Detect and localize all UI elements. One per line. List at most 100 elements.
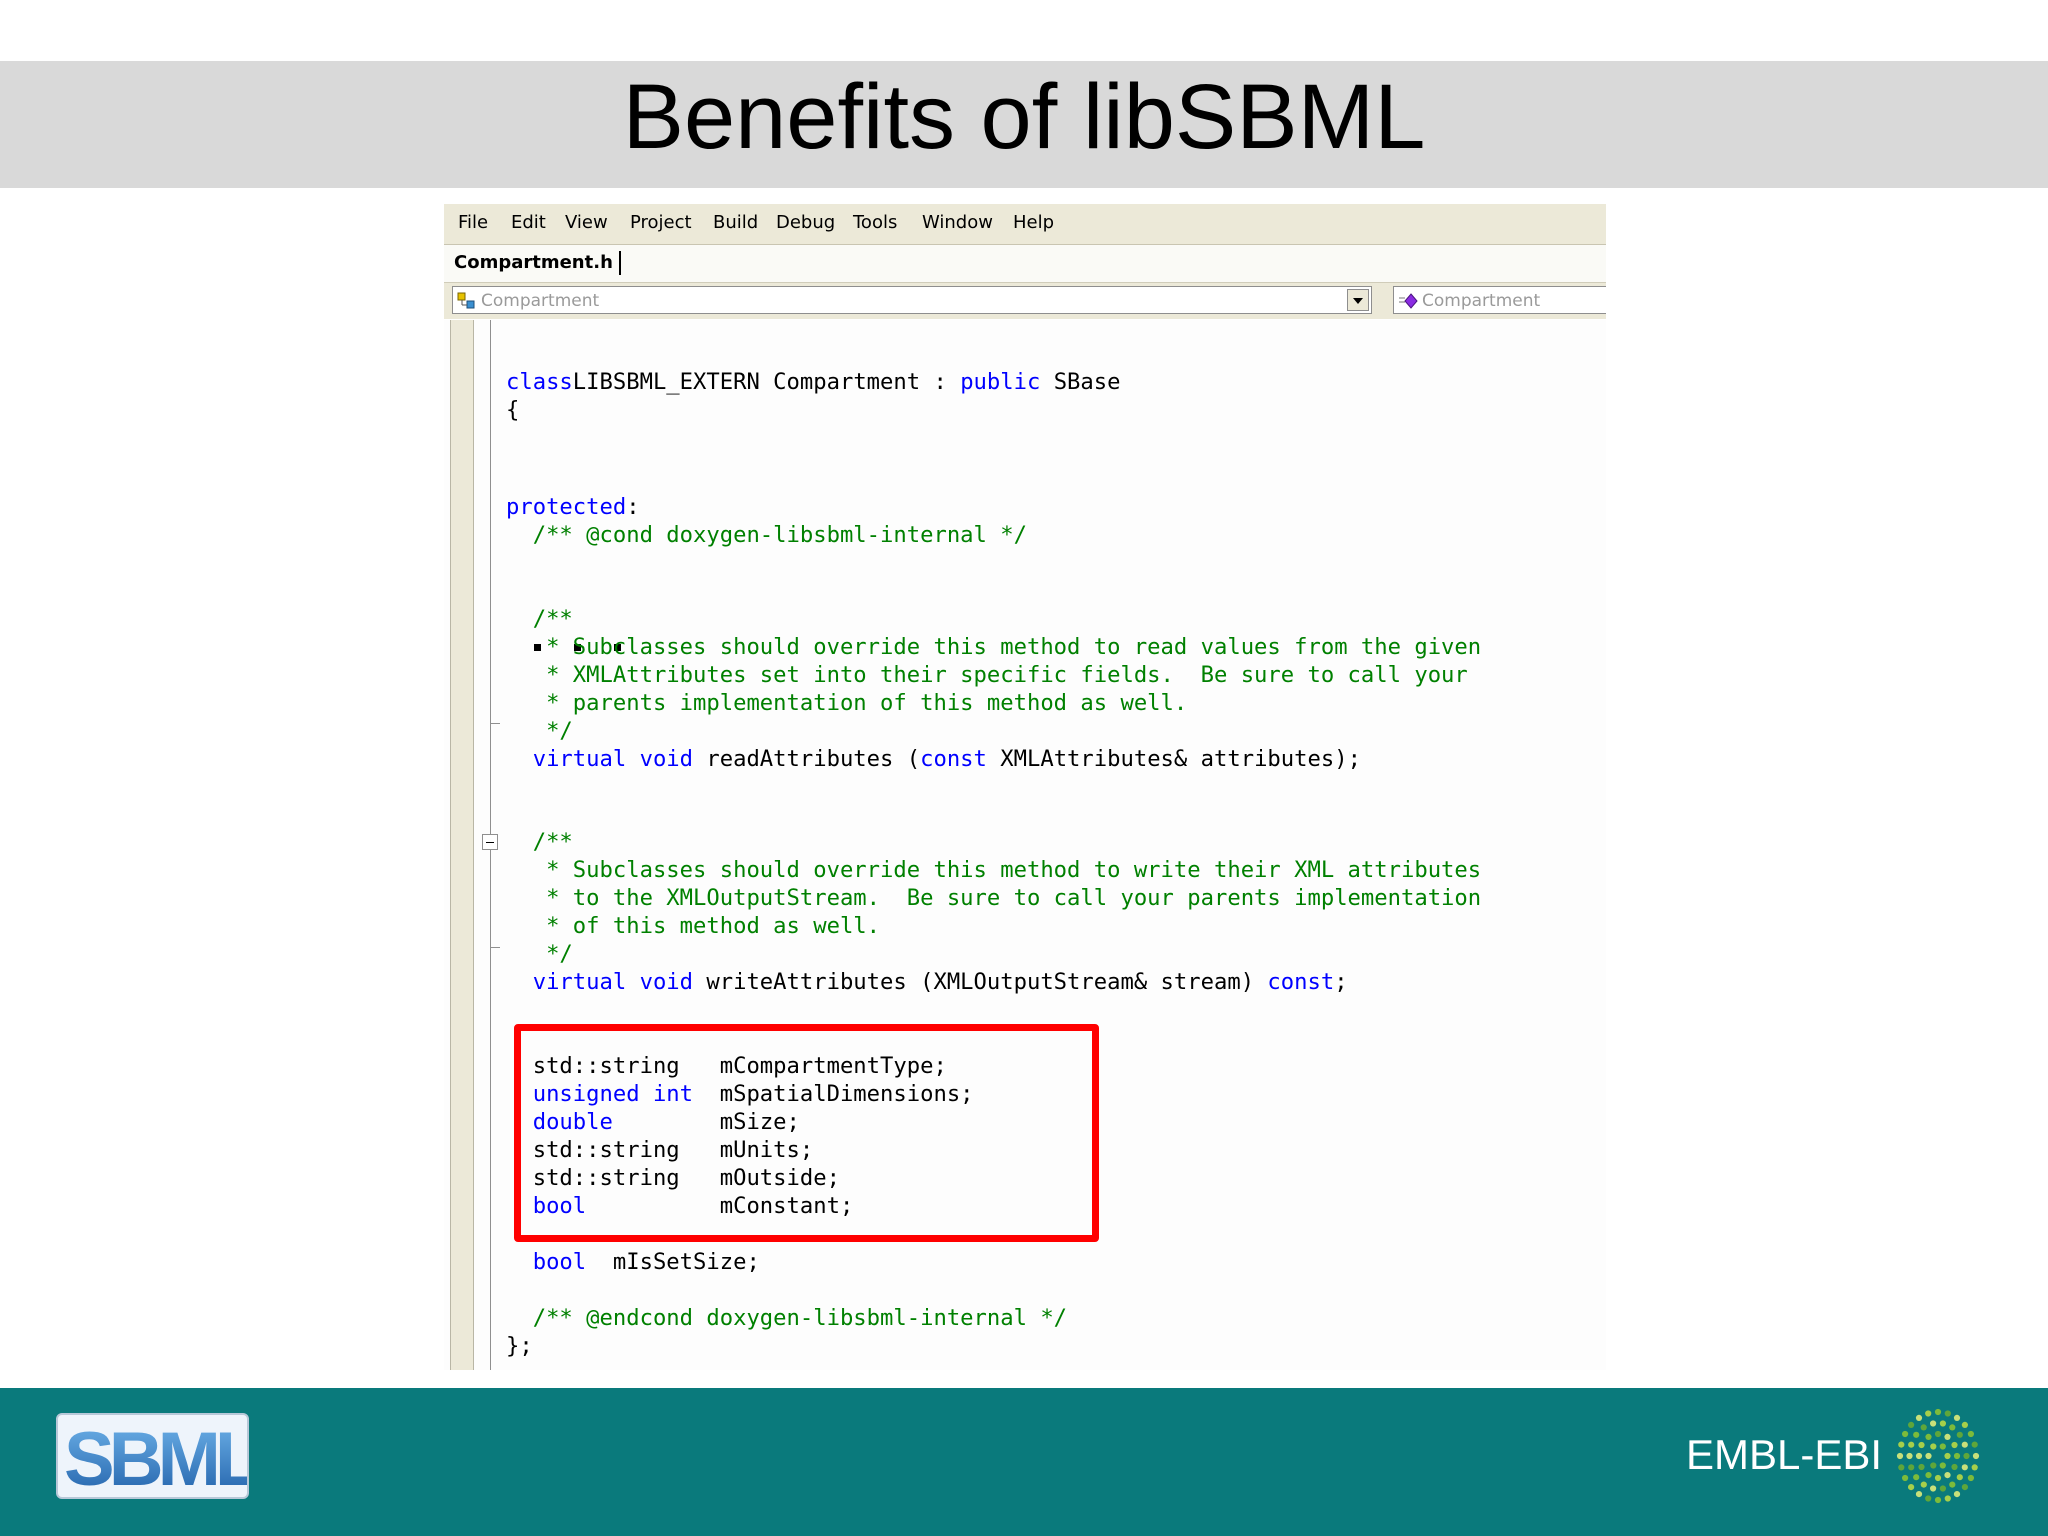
logo-dot [1939,1485,1946,1492]
logo-dot [1963,1452,1970,1460]
code-text: : [626,494,640,520]
code-comment: * of this method as well. [506,913,881,939]
menu-view[interactable]: View [565,212,608,234]
code-comment: */ [506,718,573,744]
logo-dot [1944,1410,1951,1417]
code-text: mIsSetSize; [586,1249,760,1275]
logo-dot [1918,1441,1925,1449]
logo-dot [1951,1463,1958,1471]
logo-dot [1953,1452,1961,1460]
code-comment: /** [506,829,573,855]
highlight-box [514,1024,1099,1242]
code-line: * to the XMLOutputStream. Be sure to cal… [506,884,1481,912]
menu-window[interactable]: Window [922,212,993,234]
menu-edit[interactable]: Edit [511,212,546,234]
logo-dot [1939,1420,1946,1427]
chevron-down-icon[interactable] [1347,289,1369,311]
code-line: virtual void readAttributes (const XMLAt… [506,745,1361,773]
tab-compartment-h[interactable]: Compartment.h [454,251,621,275]
logo-dot [1951,1441,1958,1449]
logo-dot [1961,1421,1968,1428]
code-keyword: const [1267,969,1335,995]
code-text: }; [506,1333,533,1359]
code-line: classLIBSBML_EXTERN Compartment : public… [506,368,1121,396]
logo-dot [1961,1484,1968,1491]
embl-ebi-logo-icon [1896,1408,1980,1504]
class-scope-combo[interactable]: Compartment [452,286,1372,314]
method-icon [1399,293,1418,309]
logo-dot [1908,1441,1915,1448]
code-line: }; [506,1332,533,1360]
menu-project[interactable]: Project [630,212,692,234]
code-text: readAttributes ( [693,746,921,772]
embl-ebi-label: EMBL-EBI [1686,1431,1883,1478]
logo-dot [1944,1495,1951,1502]
class-scope-value: Compartment [481,291,600,311]
logo-dot [1908,1484,1915,1491]
code-line: * of this method as well. [506,912,880,940]
code-keyword: bool [506,1249,587,1275]
logo-dot [1930,1485,1937,1492]
menu-bar: File Edit View Project Build Debug Tools… [444,204,1606,245]
svg-text:SBML: SBML [64,1417,247,1497]
code-comment: * parents implementation of this method … [506,690,1188,716]
code-line: /** @endcond doxygen-libsbml-internal */ [506,1304,1067,1332]
logo-dot [1908,1464,1915,1471]
logo-dot [1902,1474,1909,1482]
logo-dot [1898,1441,1905,1448]
menu-debug[interactable]: Debug [776,212,835,234]
logo-dot [1918,1463,1925,1471]
logo-dot [1915,1491,1923,1498]
logo-dot [1956,1474,1963,1481]
code-line: * Subclasses should override this method… [506,856,1481,884]
code-text: ; [1334,969,1348,995]
logo-dot [1944,1452,1951,1460]
code-line: /** @cond doxygen-libsbml-internal */ [506,521,1027,549]
sbml-logo: SBML [56,1413,249,1499]
slide-title: Benefits of libSBML [622,66,1426,168]
logo-dot [1949,1424,1956,1431]
logo-dot [1913,1474,1920,1481]
code-keyword: virtual void [506,969,694,995]
logo-dot [1944,1472,1951,1479]
code-line: /** [506,828,573,856]
code-line: virtual void writeAttributes (XMLOutputS… [506,968,1348,996]
menu-help[interactable]: Help [1013,212,1054,234]
outline-tick [490,723,500,724]
menu-tools[interactable]: Tools [853,212,897,234]
menu-build[interactable]: Build [713,212,758,234]
logo-dot [1920,1481,1927,1488]
file-tab-bar: Compartment.h [444,245,1606,283]
logo-dot [1934,1496,1942,1504]
code-text: writeAttributes (XMLOutputStream& stream… [693,969,1268,995]
logo-dot [1908,1421,1915,1428]
code-line: */ [506,940,573,968]
logo-dot [1953,1491,1961,1498]
editor-gutter [450,320,474,1370]
member-value: Compartment [1422,291,1541,311]
navigation-bar: Compartment Compartment [444,283,1606,319]
code-text: SBase [1040,369,1121,395]
logo-dot [1956,1431,1963,1438]
code-comment: /** @endcond doxygen-libsbml-internal */ [506,1305,1068,1331]
logo-dot [1953,1414,1961,1421]
logo-dot [1939,1443,1946,1450]
code-line: protected: [506,493,640,521]
logo-dot [1925,1452,1932,1460]
logo-dot [1920,1424,1927,1431]
code-line: bool mIsSetSize; [506,1248,760,1276]
logo-dot [1930,1420,1937,1427]
logo-dot [1934,1430,1942,1438]
member-combo[interactable]: Compartment [1393,286,1606,314]
logo-dot [1961,1441,1968,1448]
code-line: */ [506,717,573,745]
code-comment: /** [506,606,573,632]
logo-dot [1925,1495,1932,1502]
logo-dot [1967,1474,1974,1482]
logo-dot [1930,1443,1937,1450]
logo-dot [1934,1408,1942,1416]
logo-dot [1925,1472,1932,1479]
collapse-icon[interactable] [482,834,498,850]
logo-dot [1939,1462,1946,1469]
menu-file[interactable]: File [458,212,488,234]
